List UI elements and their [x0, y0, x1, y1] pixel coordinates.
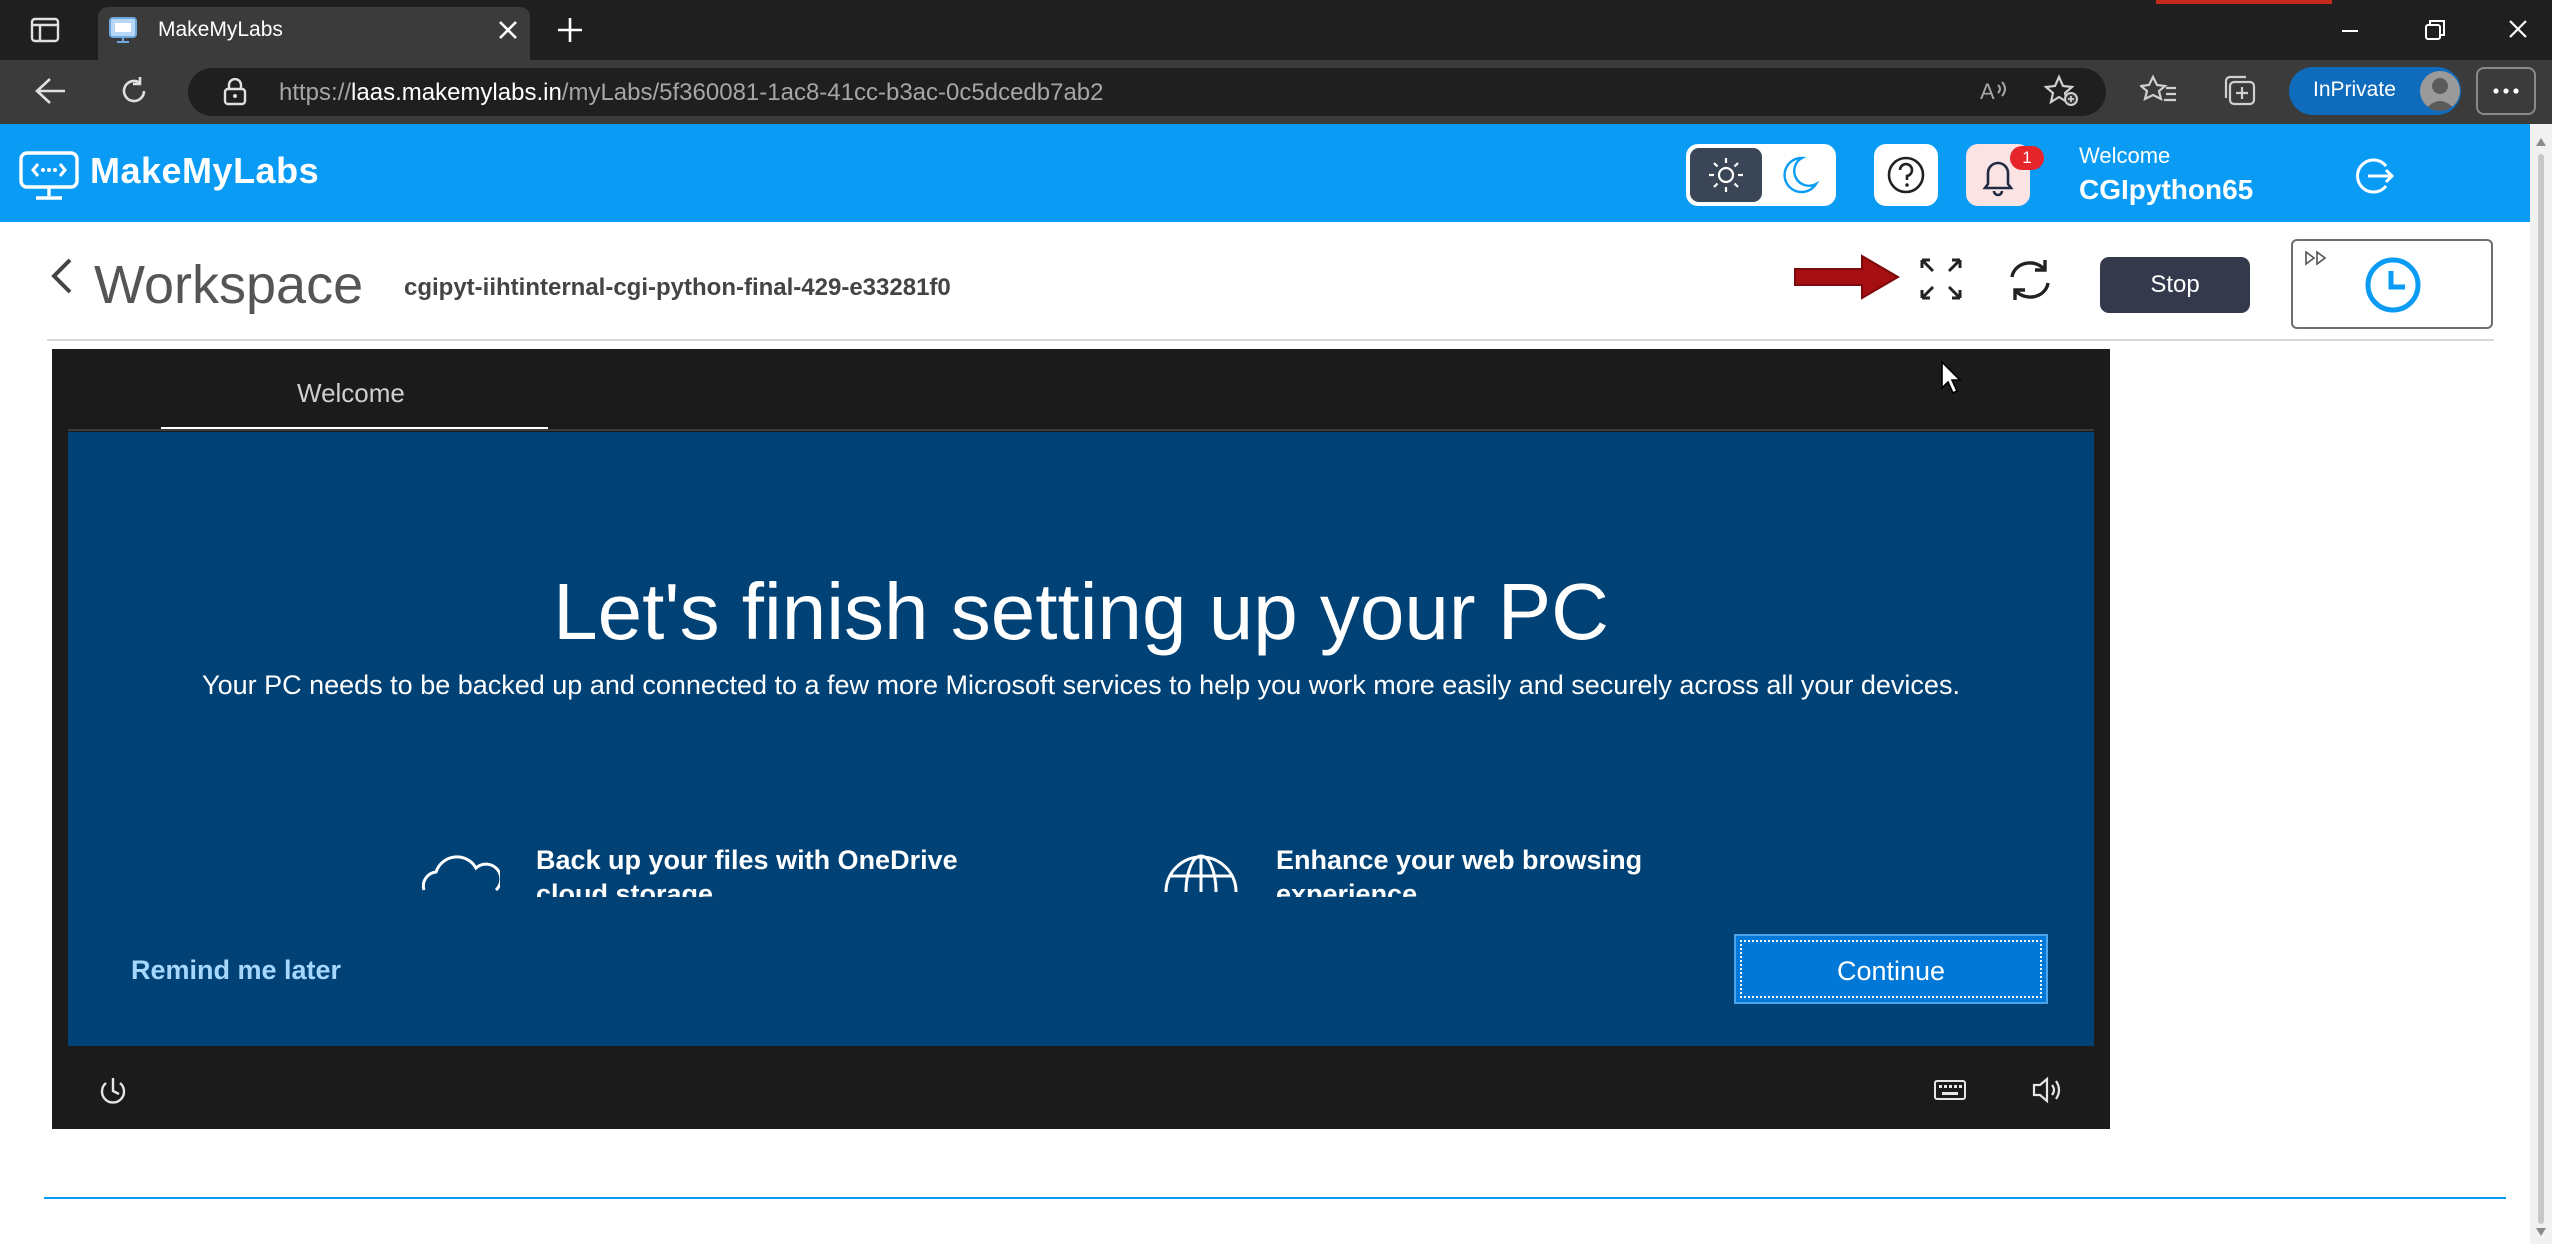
tab-actions-icon[interactable]: [30, 17, 60, 43]
back-icon[interactable]: [34, 76, 68, 106]
accent-strip: [2156, 0, 2332, 4]
favorites-icon[interactable]: [2140, 74, 2178, 106]
svg-text:A: A: [1980, 79, 1995, 104]
accessibility-icon[interactable]: [96, 1074, 130, 1108]
refresh-icon[interactable]: [2004, 255, 2056, 305]
continue-button[interactable]: Continue: [1734, 934, 2048, 1004]
volume-icon[interactable]: [2030, 1074, 2064, 1106]
timer-panel[interactable]: [2291, 239, 2493, 329]
restore-icon[interactable]: [2412, 14, 2456, 46]
oobe-tab-divider: [68, 429, 2094, 431]
browsing-feature-text: Enhance your web browsing experience: [1276, 845, 1643, 897]
url-text[interactable]: https://laas.makemylabs.in/myLabs/5f3600…: [279, 79, 1104, 107]
mouse-cursor-icon: [1940, 360, 1966, 396]
read-aloud-icon[interactable]: A: [1978, 77, 2012, 105]
globe-icon: [1162, 844, 1240, 894]
annotation-arrow-icon: [1792, 252, 1902, 302]
browser-tab-strip: MakeMyLabs: [0, 0, 2552, 60]
page-scrollbar[interactable]: [2530, 124, 2552, 1244]
profile-avatar-icon[interactable]: [2420, 71, 2460, 111]
keyboard-icon[interactable]: [1933, 1078, 1967, 1102]
url-host: laas.makemylabs.in: [351, 79, 562, 106]
oobe-step-tab: Welcome: [297, 378, 405, 408]
collections-icon[interactable]: [2222, 74, 2258, 108]
clock-icon: [2363, 257, 2423, 313]
fullscreen-icon[interactable]: [1918, 256, 1964, 302]
bottom-divider: [44, 1197, 2506, 1199]
expand-panel-icon[interactable]: [2303, 249, 2331, 267]
workspace-title: Workspace: [94, 255, 364, 315]
tab-title: MakeMyLabs: [158, 18, 283, 41]
onedrive-feature-text: Back up your files with OneDrive cloud s…: [536, 845, 958, 897]
lock-icon[interactable]: [222, 78, 248, 106]
tab-close-icon[interactable]: [497, 19, 519, 41]
notification-count-badge: 1: [2010, 146, 2044, 170]
help-icon[interactable]: [1874, 144, 1938, 206]
url-scheme: https://: [279, 79, 352, 106]
minimize-icon[interactable]: [2328, 14, 2372, 46]
light-mode-sun-icon[interactable]: [1690, 148, 1762, 202]
oobe-heading: Let's finish setting up your PC: [553, 567, 1609, 656]
workspace-divider: [47, 339, 2494, 341]
makemylabs-logo-icon[interactable]: [18, 150, 80, 202]
oobe-subheading: Your PC needs to be backed up and connec…: [202, 670, 1960, 700]
more-menu-icon[interactable]: [2476, 67, 2536, 115]
add-favorite-icon[interactable]: [2044, 74, 2080, 108]
remind-me-later-link[interactable]: Remind me later: [131, 955, 341, 986]
lab-id-label: cgipyt-iihtinternal-cgi-python-final-429…: [404, 274, 951, 301]
app-header: [0, 124, 2530, 222]
dark-mode-moon-icon[interactable]: [1764, 148, 1832, 202]
inprivate-label: InPrivate: [2313, 78, 2396, 101]
continue-button-label: Continue: [1740, 940, 2042, 998]
back-chevron-icon[interactable]: [48, 256, 76, 300]
stop-button[interactable]: Stop: [2100, 257, 2250, 313]
reload-icon[interactable]: [118, 75, 150, 107]
close-window-icon[interactable]: [2496, 14, 2540, 46]
cloud-icon: [420, 852, 500, 892]
new-tab-icon[interactable]: [556, 16, 584, 44]
welcome-label: Welcome: [2079, 143, 2171, 168]
tab-favicon-icon: [108, 16, 138, 44]
username: CGIpython65: [2079, 174, 2254, 205]
url-path: /myLabs/5f360081-1ac8-41cc-b3ac-0c5dcedb…: [561, 79, 1104, 106]
logout-icon[interactable]: [2352, 154, 2396, 198]
logo-text[interactable]: MakeMyLabs: [90, 150, 319, 192]
